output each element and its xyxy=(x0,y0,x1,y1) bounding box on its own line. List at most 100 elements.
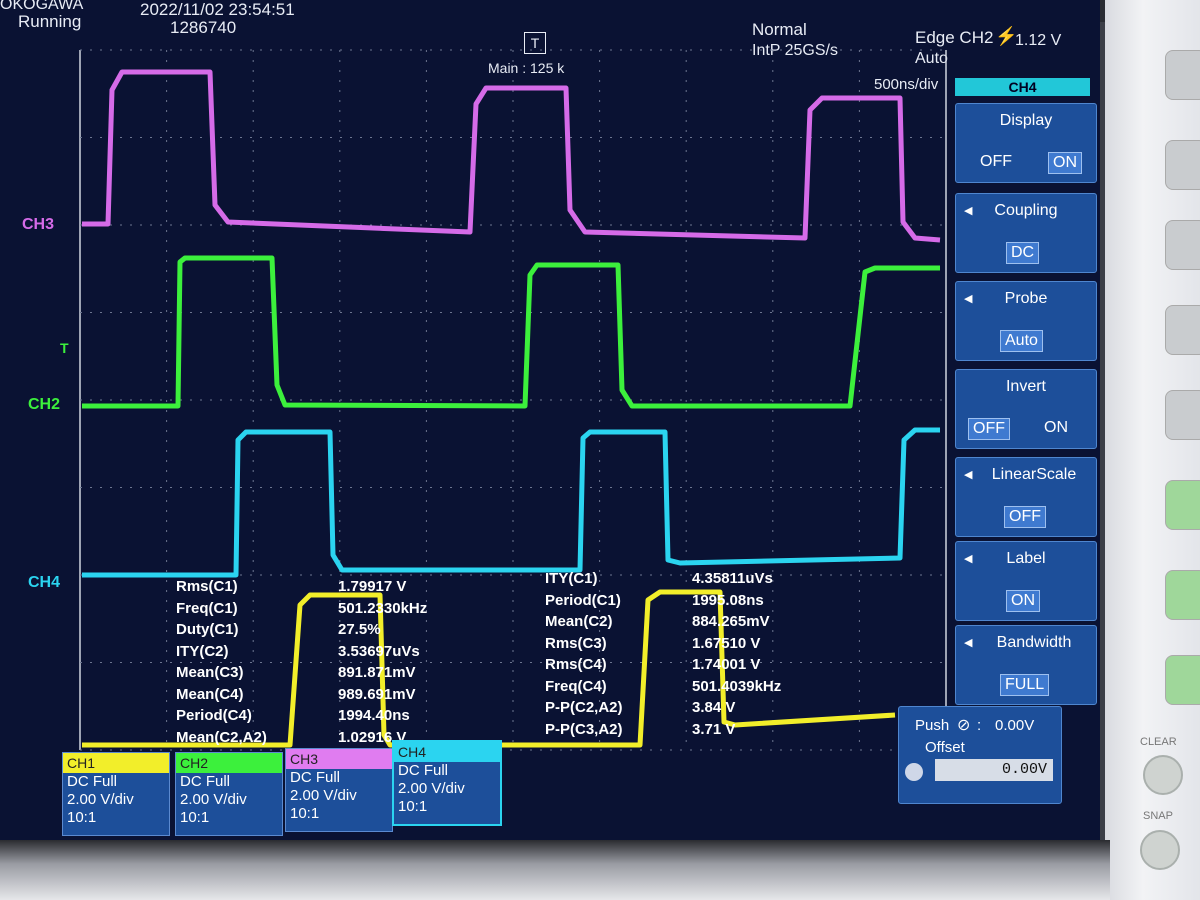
clear-label: CLEAR xyxy=(1140,736,1177,748)
measurement-value: 501.4039kHz xyxy=(692,677,782,695)
ch4-tab-title: CH4 xyxy=(394,742,500,762)
linearscale-label: LinearScale xyxy=(991,466,1077,483)
offset-control[interactable]: Push ⊘ : 0.00V Offset 0.00V xyxy=(898,706,1062,804)
label-value: ON xyxy=(1006,590,1040,612)
measurement-value: 27.5% xyxy=(338,621,381,638)
measurement-label: Freq(C1) xyxy=(176,599,238,617)
ch3-probe: 10:1 xyxy=(290,805,320,822)
ch1-coupling: DC Full xyxy=(67,773,118,790)
ch1-tab-title: CH1 xyxy=(63,753,169,773)
softkey-7[interactable] xyxy=(1165,570,1200,620)
knob-icon xyxy=(905,763,923,781)
coupling-label: Coupling xyxy=(994,202,1058,219)
linearscale-menu[interactable]: ◀ LinearScale OFF xyxy=(955,457,1097,537)
measurement-value: 3.84 V xyxy=(692,699,736,716)
ch3-trace xyxy=(82,69,941,243)
measurement-value: 1.79917 V xyxy=(338,578,407,595)
display-off[interactable]: OFF xyxy=(976,152,1016,172)
label-label: Label xyxy=(1006,550,1046,567)
display-menu[interactable]: Display OFF ON xyxy=(955,103,1097,183)
clear-button[interactable] xyxy=(1143,755,1183,795)
measurement-label: Mean(C4) xyxy=(176,685,244,703)
softkey-5[interactable] xyxy=(1165,390,1200,440)
measurement-label: P-P(C2,A2) xyxy=(545,699,623,716)
invert-menu[interactable]: Invert OFF ON xyxy=(955,369,1097,449)
display-label: Display xyxy=(999,112,1053,129)
measurement-label: ITY(C2) xyxy=(176,642,229,660)
bandwidth-menu[interactable]: ◀ Bandwidth FULL xyxy=(955,625,1097,705)
instrument-bezel-bottom xyxy=(0,840,1110,900)
bandwidth-value: FULL xyxy=(1000,674,1050,696)
measurement-label: Rms(C4) xyxy=(545,656,607,673)
offset-label: Offset xyxy=(925,739,965,756)
softkey-6[interactable] xyxy=(1165,480,1200,530)
ch1-scale: 2.00 V/div xyxy=(67,791,134,808)
ch2-coupling: DC Full xyxy=(180,773,231,790)
ch4-tab[interactable]: CH4 DC Full 2.00 V/div 10:1 xyxy=(392,740,502,826)
measurement-value: 989.691mV xyxy=(338,685,416,703)
measurement-label: Period(C4) xyxy=(176,707,252,724)
ch2-tab-title: CH2 xyxy=(176,753,282,773)
softkey-1[interactable] xyxy=(1165,50,1200,100)
ch1-probe: 10:1 xyxy=(67,809,97,826)
softkey-3[interactable] xyxy=(1165,220,1200,270)
measurement-value: 884.265mV xyxy=(692,613,770,630)
measurement-label: ITY(C1) xyxy=(545,570,598,587)
label-menu[interactable]: ◀ Label ON xyxy=(955,541,1097,621)
menu-title: CH4 xyxy=(955,78,1090,96)
snap-label: SNAP xyxy=(1143,810,1173,822)
display-on[interactable]: ON xyxy=(1048,152,1082,174)
ch4-trace xyxy=(82,427,940,578)
softkey-4[interactable] xyxy=(1165,305,1200,355)
ch2-trace xyxy=(82,255,940,409)
measurement-value: 1995.08ns xyxy=(692,591,764,609)
bandwidth-label: Bandwidth xyxy=(996,634,1072,651)
probe-menu[interactable]: ◀ Probe Auto xyxy=(955,281,1097,361)
measurement-value: 1.74001 V xyxy=(692,656,761,673)
offset-value-top: 0.00V xyxy=(995,717,1035,734)
measurement-value: 3.71 V xyxy=(692,720,736,738)
ch4-marker: CH4 xyxy=(28,574,61,591)
measurement-label: Period(C1) xyxy=(545,591,621,609)
ch3-scale: 2.00 V/div xyxy=(290,787,357,804)
measurement-value: 1.67510 V xyxy=(692,634,761,652)
offset-input[interactable]: 0.00V xyxy=(935,759,1053,781)
measurement-value: 3.53697uVs xyxy=(338,642,420,660)
ch4-coupling: DC Full xyxy=(398,762,449,779)
ch2-probe: 10:1 xyxy=(180,809,210,826)
measurement-value: 4.35811uVs xyxy=(692,570,773,587)
invert-on[interactable]: ON xyxy=(1040,418,1072,438)
measurement-label: Mean(C3) xyxy=(176,664,244,681)
scope-screen: OKOGAWA Running 2022/11/02 23:54:51 1286… xyxy=(0,0,1100,845)
measurement-label: Mean(C2) xyxy=(545,613,613,630)
measurement-label: Rms(C3) xyxy=(545,634,607,652)
measurement-label: Freq(C4) xyxy=(545,677,607,695)
probe-value: Auto xyxy=(1000,330,1043,352)
softkey-2[interactable] xyxy=(1165,140,1200,190)
push-label: Push xyxy=(915,717,950,734)
ch2-tab[interactable]: CH2 DC Full 2.00 V/div 10:1 xyxy=(175,752,283,836)
ch4-scale: 2.00 V/div xyxy=(398,780,465,797)
ch2-marker: CH2 xyxy=(28,396,61,413)
channel-menu: CH4 Display OFF ON ◀ Coupling DC ◀ Probe… xyxy=(945,75,1100,705)
ch1-tab[interactable]: CH1 DC Full 2.00 V/div 10:1 xyxy=(62,752,170,836)
measurement-value: 1994.40ns xyxy=(338,707,410,724)
linearscale-value: OFF xyxy=(1004,506,1046,528)
ch3-tab-title: CH3 xyxy=(286,749,392,769)
ch2-scale: 2.00 V/div xyxy=(180,791,247,808)
coupling-menu[interactable]: ◀ Coupling DC xyxy=(955,193,1097,273)
ch3-marker: CH3 xyxy=(22,216,55,233)
ch3-coupling: DC Full xyxy=(290,769,341,786)
invert-off[interactable]: OFF xyxy=(968,418,1010,440)
softkey-8[interactable] xyxy=(1165,655,1200,705)
snap-button[interactable] xyxy=(1140,830,1180,870)
measurement-label: Mean(C2,A2) xyxy=(176,728,267,746)
ch3-tab[interactable]: CH3 DC Full 2.00 V/div 10:1 xyxy=(285,748,393,832)
measurement-label: P-P(C3,A2) xyxy=(545,720,623,738)
measurement-value: 501.2330kHz xyxy=(338,599,428,617)
invert-label: Invert xyxy=(1005,378,1046,395)
no-icon: ⊘ xyxy=(957,717,971,734)
measurement-label: Duty(C1) xyxy=(176,621,239,638)
ch4-probe: 10:1 xyxy=(398,798,428,815)
coupling-value: DC xyxy=(1006,242,1040,264)
